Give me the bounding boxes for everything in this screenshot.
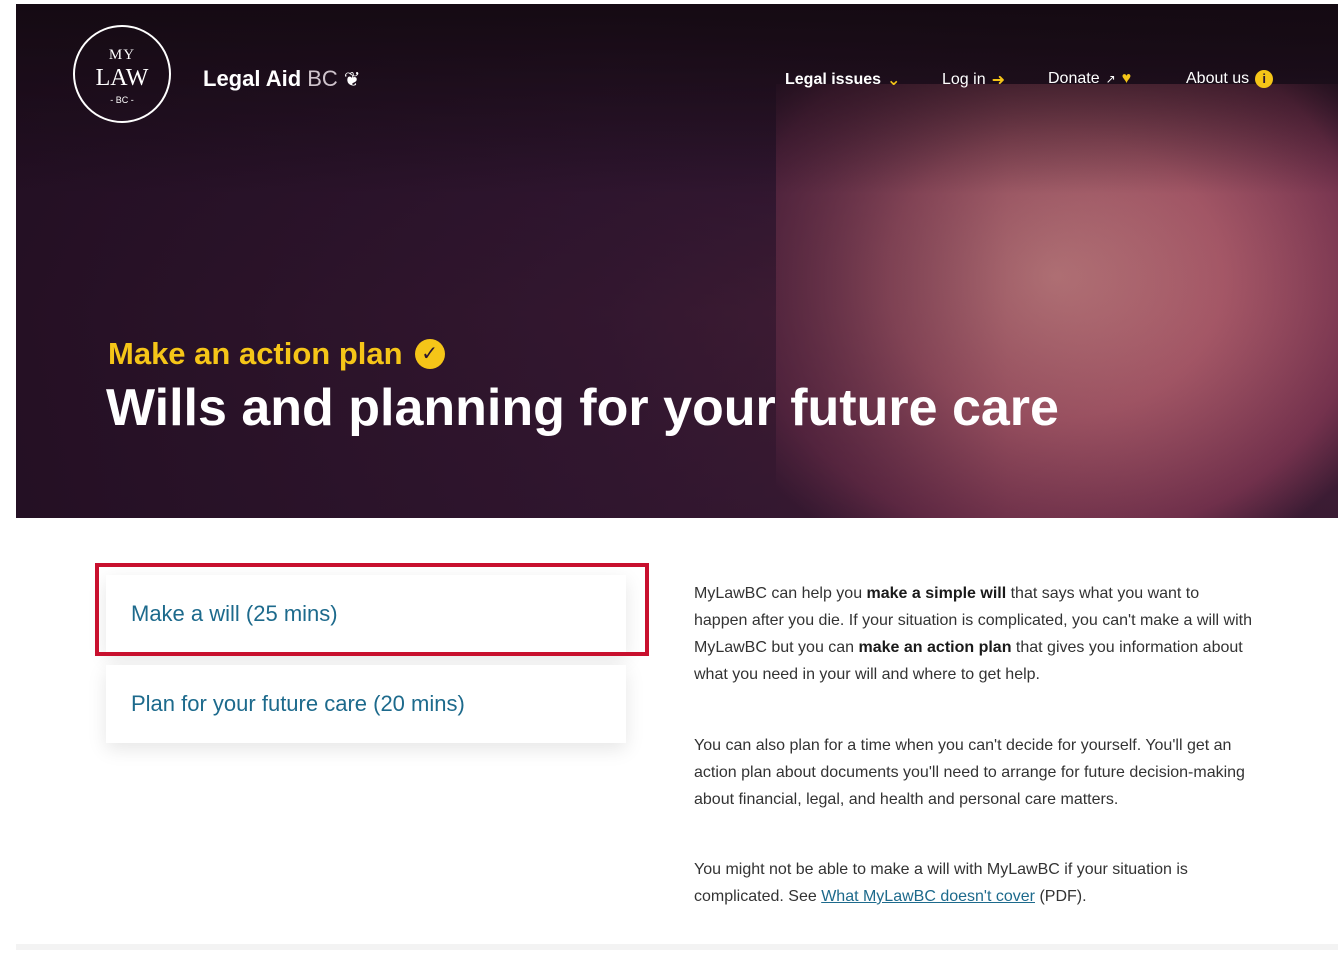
hero-kicker-label: Make an action plan bbox=[108, 336, 403, 371]
nav-about-us[interactable]: About us i bbox=[1186, 70, 1274, 88]
nav-legal-issues-label: Legal issues bbox=[785, 71, 882, 88]
what-mylawbc-doesnt-cover-link[interactable]: What MyLawBC doesn't cover bbox=[821, 888, 1035, 905]
check-circle-icon: ✓ bbox=[414, 339, 445, 369]
nav-legal-issues[interactable]: Legal issues ⌄ bbox=[785, 70, 900, 90]
future-care-paragraph: You can also plan for a time when you ca… bbox=[694, 737, 1245, 808]
limitations-paragraph: You might not be able to make a will wit… bbox=[694, 856, 1254, 910]
intro-bold-1: make a simple will bbox=[866, 585, 1007, 602]
mylawbc-logo[interactable]: MY LAW - BC - bbox=[73, 25, 171, 123]
nav-log-in-label: Log in bbox=[942, 71, 986, 88]
page-title: Wills and planning for your future care bbox=[106, 379, 1059, 437]
nav-log-in[interactable]: Log in ➜ bbox=[942, 70, 1005, 90]
hand-holding-person-icon: ❦ bbox=[343, 68, 361, 91]
brand-name: Legal Aid bbox=[203, 66, 302, 91]
hero-kicker: Make an action plan ✓ bbox=[108, 336, 445, 372]
option-plan-future-care[interactable]: Plan for your future care (20 mins) bbox=[106, 665, 626, 743]
option-make-a-will-label: Make a will (25 mins) bbox=[131, 601, 338, 626]
logo-line-bc: - BC - bbox=[110, 95, 134, 105]
intro-paragraph: MyLawBC can help you make a simple will … bbox=[694, 580, 1254, 688]
intro-text-1: MyLawBC can help you bbox=[694, 585, 867, 602]
limitations-text-2: (PDF). bbox=[1035, 888, 1087, 905]
footer-divider bbox=[16, 944, 1338, 950]
logo-line-my: MY bbox=[108, 47, 136, 63]
sign-in-icon: ➜ bbox=[991, 72, 1005, 89]
info-icon: i bbox=[1255, 70, 1274, 88]
logo-line-law: LAW bbox=[95, 65, 149, 91]
brand-suffix: BC bbox=[307, 66, 338, 91]
external-link-icon: ↗ bbox=[1105, 72, 1116, 86]
intro-bold-2: make an action plan bbox=[858, 639, 1012, 656]
chevron-down-icon: ⌄ bbox=[887, 72, 901, 89]
option-plan-future-care-label: Plan for your future care (20 mins) bbox=[131, 691, 465, 716]
nav-donate[interactable]: Donate ↗ ♥ bbox=[1048, 70, 1131, 88]
nav-about-us-label: About us bbox=[1186, 70, 1250, 87]
legal-aid-bc-brand[interactable]: Legal Aid BC ❦ bbox=[203, 66, 361, 92]
heart-icon: ♥ bbox=[1121, 70, 1132, 87]
nav-donate-label: Donate bbox=[1048, 70, 1100, 87]
option-make-a-will[interactable]: Make a will (25 mins) bbox=[106, 575, 626, 653]
